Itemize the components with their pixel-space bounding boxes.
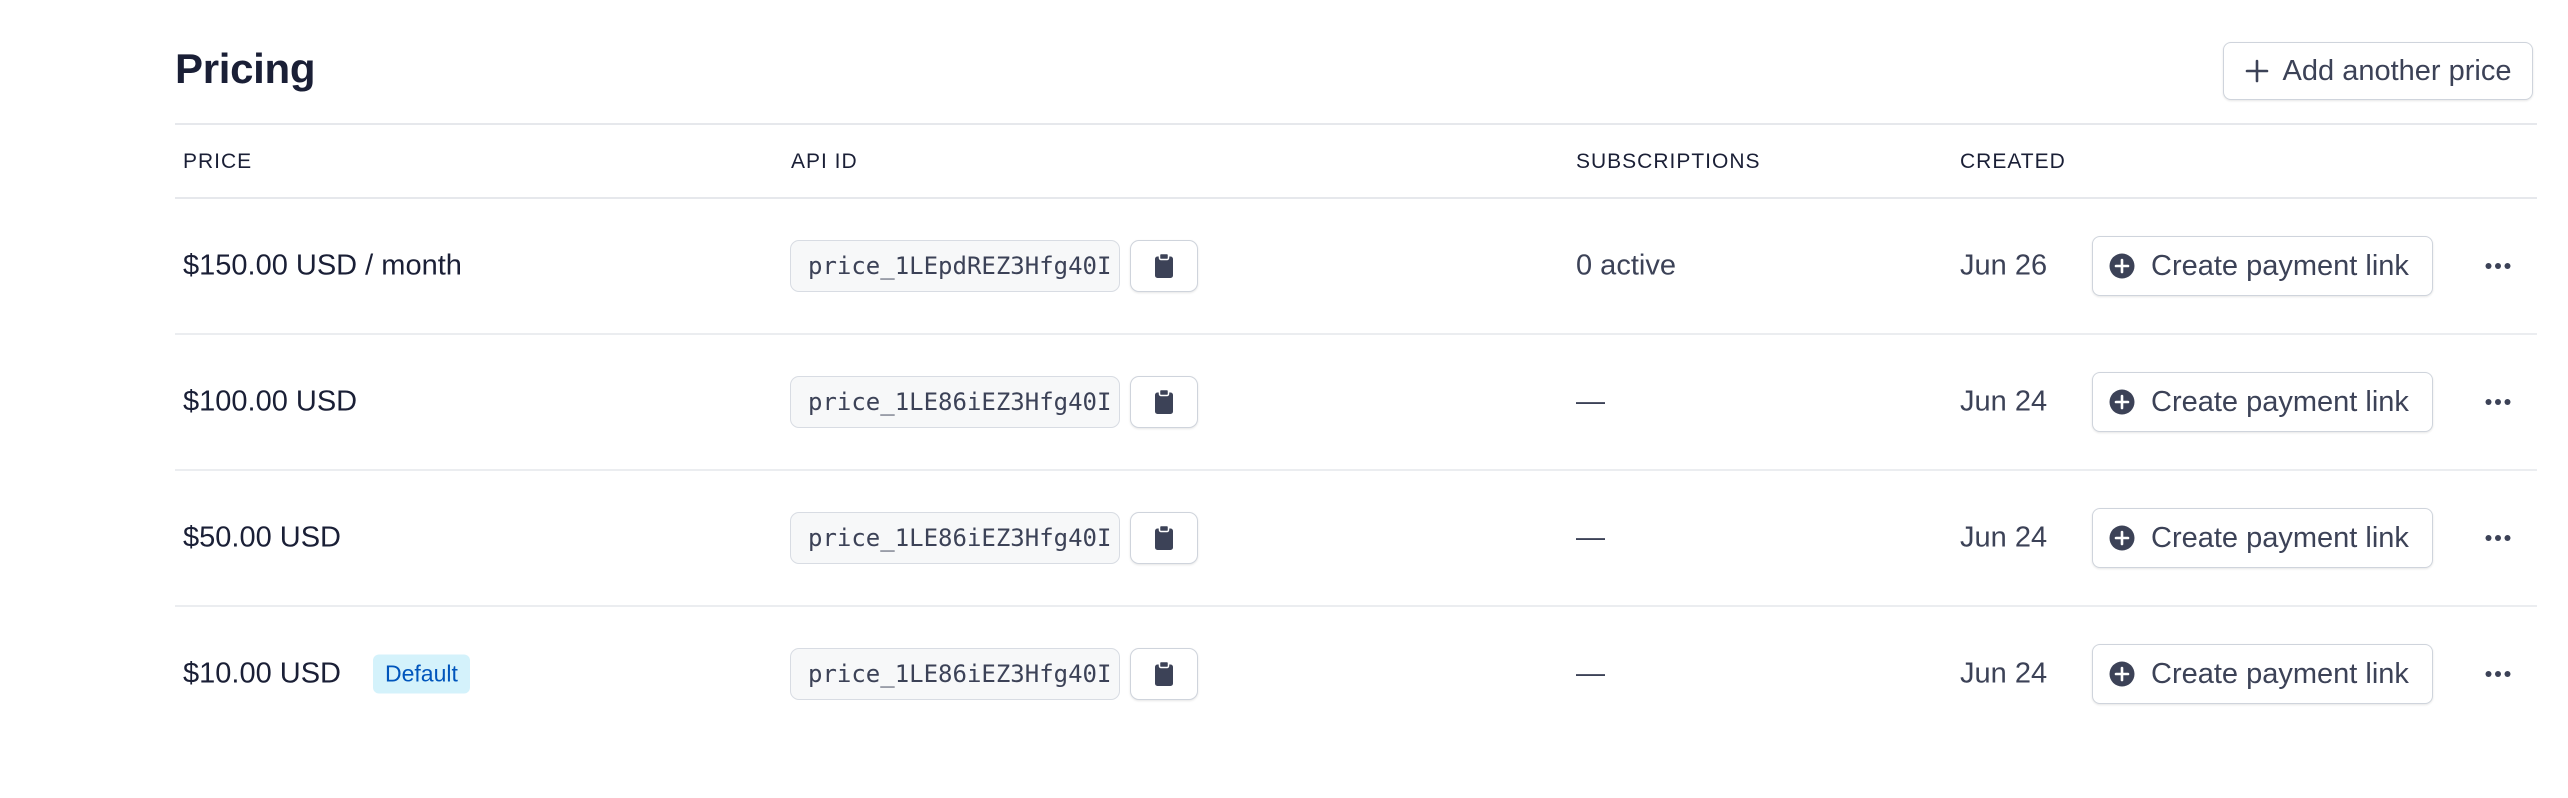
more-actions-button[interactable]: [2478, 382, 2518, 422]
ellipsis-icon: [2485, 263, 2511, 269]
copy-api-id-button[interactable]: [1130, 512, 1198, 564]
api-id-value: price_1LE86iEZ3Hfg40I: [808, 524, 1112, 552]
create-payment-link-label: Create payment link: [2151, 521, 2409, 554]
price-cell: $150.00 USD / month: [183, 250, 462, 283]
create-payment-link-button[interactable]: Create payment link: [2092, 236, 2433, 296]
price-amount: $150.00 USD / month: [183, 249, 462, 282]
clipboard-icon: [1155, 525, 1173, 550]
copy-api-id-button[interactable]: [1130, 240, 1198, 292]
price-cell: $100.00 USD: [183, 386, 357, 419]
divider: [175, 123, 2537, 125]
plus-icon: [2245, 59, 2268, 83]
clipboard-icon: [1155, 661, 1173, 686]
clipboard-icon: [1155, 389, 1173, 414]
column-header-api-id: API ID: [791, 150, 858, 173]
price-row: $150.00 USD / month price_1LEpdREZ3Hfg40…: [175, 198, 2537, 334]
pricing-section: Pricing Add another price PRICE API ID S…: [175, 0, 2537, 798]
subscriptions-cell: —: [1576, 657, 1605, 690]
created-cell: Jun 24: [1960, 385, 2048, 418]
plus-circle-icon: [2109, 525, 2135, 551]
create-payment-link-button[interactable]: Create payment link: [2092, 508, 2433, 568]
price-cell: $50.00 USD: [183, 522, 341, 555]
copy-api-id-button[interactable]: [1130, 376, 1198, 428]
plus-circle-icon: [2109, 253, 2135, 279]
price-amount: $10.00 USD: [183, 657, 341, 690]
api-id-field[interactable]: price_1LE86iEZ3Hfg40I: [790, 376, 1120, 428]
subscriptions-cell: —: [1576, 521, 1605, 554]
ellipsis-icon: [2485, 535, 2511, 541]
api-id-value: price_1LEpdREZ3Hfg40I: [808, 252, 1112, 280]
create-payment-link-label: Create payment link: [2151, 385, 2409, 418]
more-actions-button[interactable]: [2478, 518, 2518, 558]
create-payment-link-button[interactable]: Create payment link: [2092, 644, 2433, 704]
plus-circle-icon: [2109, 661, 2135, 687]
copy-api-id-button[interactable]: [1130, 648, 1198, 700]
price-amount: $50.00 USD: [183, 521, 341, 554]
api-id-field[interactable]: price_1LE86iEZ3Hfg40I: [790, 512, 1120, 564]
more-actions-button[interactable]: [2478, 246, 2518, 286]
api-id-field[interactable]: price_1LE86iEZ3Hfg40I: [790, 648, 1120, 700]
ellipsis-icon: [2485, 671, 2511, 677]
created-cell: Jun 24: [1960, 657, 2048, 690]
subscriptions-cell: 0 active: [1576, 249, 1676, 282]
api-id-value: price_1LE86iEZ3Hfg40I: [808, 388, 1112, 416]
api-id-value: price_1LE86iEZ3Hfg40I: [808, 660, 1112, 688]
clipboard-icon: [1155, 253, 1173, 278]
column-header-created: CREATED: [1960, 150, 2066, 173]
create-payment-link-label: Create payment link: [2151, 657, 2409, 690]
created-cell: Jun 24: [1960, 521, 2048, 554]
more-actions-button[interactable]: [2478, 654, 2518, 694]
add-another-price-label: Add another price: [2282, 54, 2512, 87]
column-header-price: PRICE: [183, 150, 253, 173]
subscriptions-cell: —: [1576, 385, 1605, 418]
created-cell: Jun 26: [1960, 249, 2048, 282]
api-id-field[interactable]: price_1LEpdREZ3Hfg40I: [790, 240, 1120, 292]
price-row: $50.00 USD price_1LE86iEZ3Hfg40I — Jun 2…: [175, 470, 2537, 606]
default-badge: Default: [373, 654, 470, 694]
create-payment-link-label: Create payment link: [2151, 249, 2409, 282]
page-title: Pricing: [175, 45, 316, 92]
price-row: $100.00 USD price_1LE86iEZ3Hfg40I — Jun …: [175, 334, 2537, 470]
ellipsis-icon: [2485, 399, 2511, 405]
price-amount: $100.00 USD: [183, 385, 358, 418]
price-cell: $10.00 USD Default: [183, 654, 470, 694]
column-header-subscriptions: SUBSCRIPTIONS: [1576, 150, 1761, 173]
price-row: $10.00 USD Default price_1LE86iEZ3Hfg40I…: [175, 606, 2537, 742]
add-another-price-button[interactable]: Add another price: [2223, 42, 2533, 100]
create-payment-link-button[interactable]: Create payment link: [2092, 372, 2433, 432]
plus-circle-icon: [2109, 389, 2135, 415]
